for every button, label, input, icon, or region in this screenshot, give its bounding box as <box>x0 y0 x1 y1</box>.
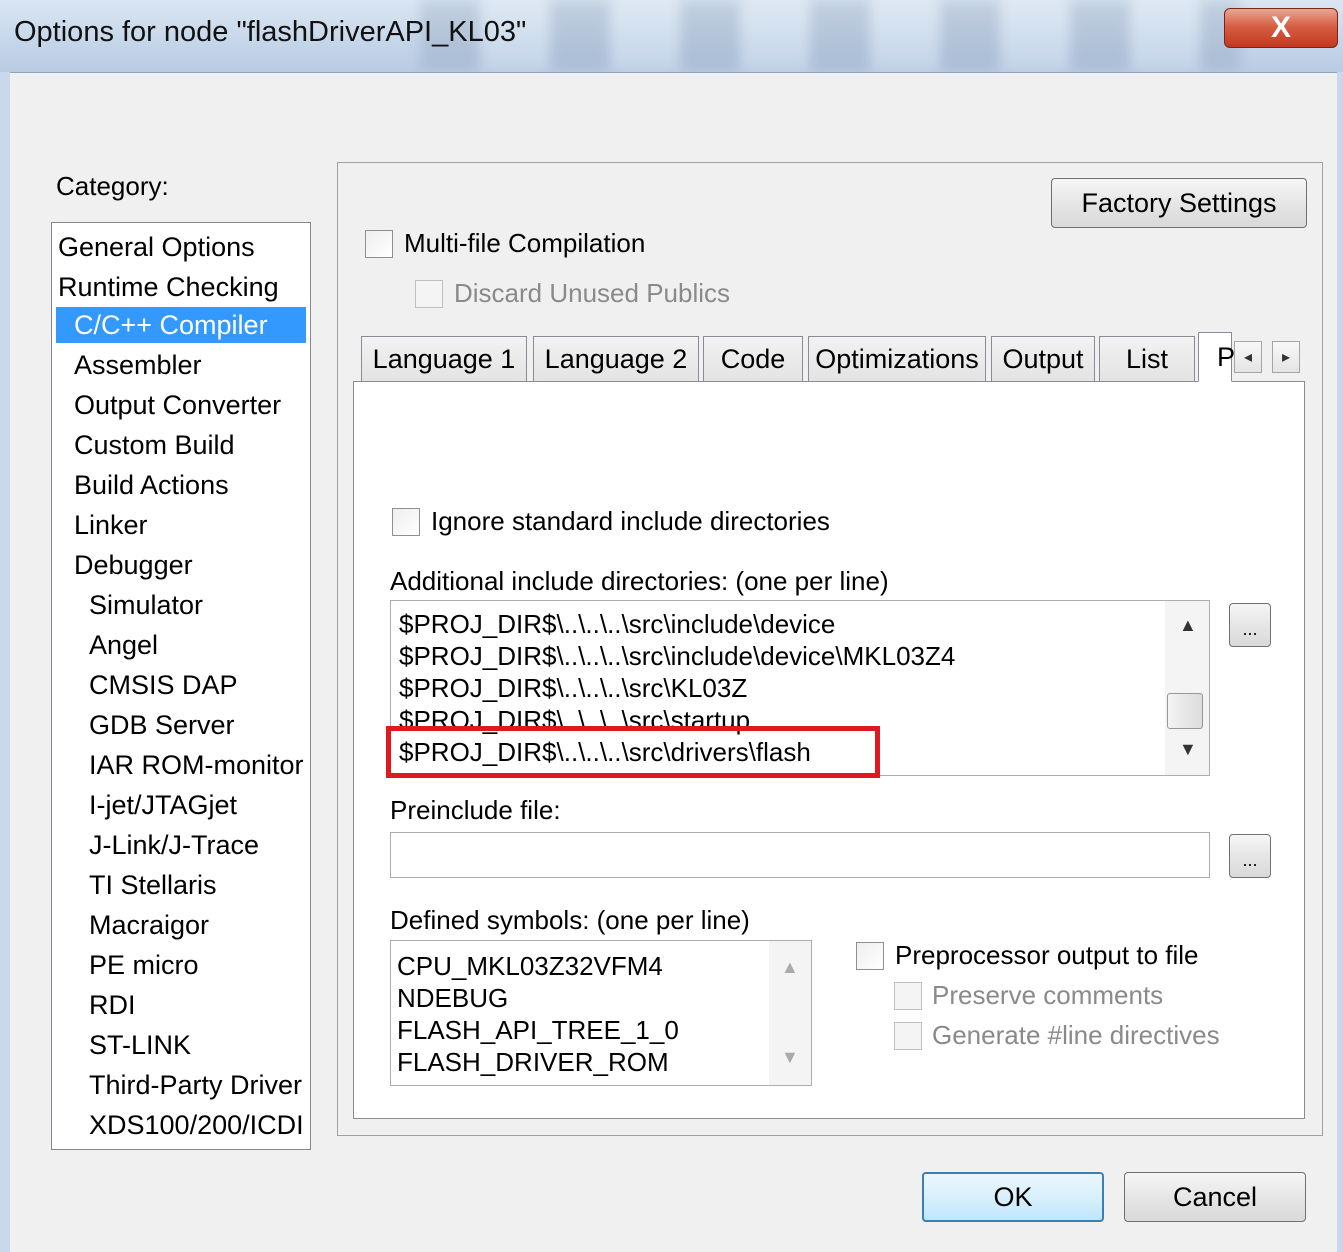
ignore-std-include-checkbox[interactable] <box>392 508 420 536</box>
background-blur <box>420 0 1240 70</box>
tab-code[interactable]: Code <box>703 336 803 382</box>
multi-file-checkbox[interactable] <box>365 230 393 258</box>
category-item-gdb-server[interactable]: GDB Server <box>89 707 235 743</box>
category-item-linker[interactable]: Linker <box>74 507 148 543</box>
close-icon: X <box>1270 11 1291 44</box>
preserve-comments-checkbox[interactable] <box>894 982 922 1010</box>
category-item-third-party-driver[interactable]: Third-Party Driver <box>89 1067 302 1103</box>
discard-unused-label: Discard Unused Publics <box>454 278 731 308</box>
tab-list[interactable]: List <box>1099 336 1195 382</box>
category-item-i-jet[interactable]: I-jet/JTAGjet <box>89 787 237 823</box>
scroll-thumb[interactable] <box>1167 693 1203 729</box>
generate-line-checkbox[interactable] <box>894 1022 922 1050</box>
discard-unused-checkbox[interactable] <box>415 280 443 308</box>
preprocessor-output-checkbox[interactable] <box>856 942 884 970</box>
red-highlight-box <box>386 726 880 778</box>
scroll-down-icon[interactable]: ▼ <box>1179 739 1197 760</box>
category-item-assembler[interactable]: Assembler <box>74 347 202 383</box>
chevron-right-icon: ▸ <box>1281 349 1291 366</box>
include-dir-line: $PROJ_DIR$\..\..\..\src\KL03Z <box>399 673 748 703</box>
include-dir-line: $PROJ_DIR$\..\..\..\src\include\device\M… <box>399 641 956 671</box>
scroll-up-icon[interactable]: ▲ <box>1179 615 1197 636</box>
cancel-button[interactable]: Cancel <box>1124 1172 1306 1222</box>
category-item-iar-rom-monitor[interactable]: IAR ROM-monitor <box>89 747 304 783</box>
tab-scroll-left-button[interactable]: ◂ <box>1234 341 1262 373</box>
factory-settings-button[interactable]: Factory Settings <box>1051 178 1307 228</box>
tab-scroll-right-button[interactable]: ▸ <box>1272 341 1300 373</box>
defined-symbol-line: NDEBUG <box>397 983 509 1013</box>
include-dirs-browse-button[interactable]: ... <box>1229 603 1271 647</box>
category-item-angel[interactable]: Angel <box>89 627 158 663</box>
category-item-runtime-checking[interactable]: Runtime Checking <box>58 269 279 305</box>
preprocessor-output-label: Preprocessor output to file <box>895 940 1199 970</box>
ignore-std-include-label: Ignore standard include directories <box>431 506 830 536</box>
generate-line-label: Generate #line directives <box>932 1020 1220 1050</box>
category-item-st-link[interactable]: ST-LINK <box>89 1027 191 1063</box>
category-item-rdi[interactable]: RDI <box>89 987 136 1023</box>
preserve-comments-label: Preserve comments <box>932 980 1164 1010</box>
category-item-pe-micro[interactable]: PE micro <box>89 947 199 983</box>
window-frame-left <box>0 72 10 1252</box>
defined-symbols-scrollbar[interactable]: ▲ ▼ <box>769 941 811 1085</box>
category-item-ti-stellaris[interactable]: TI Stellaris <box>89 867 217 903</box>
defined-symbol-line: FLASH_API_TREE_1_0 <box>397 1015 679 1045</box>
category-item-debugger[interactable]: Debugger <box>74 547 193 583</box>
include-dirs-label: Additional include directories: (one per… <box>390 566 889 596</box>
category-item-simulator[interactable]: Simulator <box>89 587 203 623</box>
tab-preprocessor[interactable]: P <box>1198 332 1235 382</box>
window-frame-right <box>1337 72 1343 1252</box>
category-item-build-actions[interactable]: Build Actions <box>74 467 229 503</box>
defined-symbol-line: FLASH_DRIVER_ROM <box>397 1047 669 1077</box>
category-label: Category: <box>56 171 169 201</box>
category-item-j-link[interactable]: J-Link/J-Trace <box>89 827 259 863</box>
defined-symbols-label: Defined symbols: (one per line) <box>390 905 750 935</box>
chevron-left-icon: ◂ <box>1243 349 1253 366</box>
preinclude-input[interactable] <box>390 832 1210 878</box>
tab-language-2[interactable]: Language 2 <box>533 336 699 382</box>
category-item-cc-compiler[interactable]: C/C++ Compiler <box>56 307 306 343</box>
scroll-up-icon[interactable]: ▲ <box>781 957 799 978</box>
multi-file-label: Multi-file Compilation <box>404 228 646 258</box>
tab-output[interactable]: Output <box>991 336 1095 382</box>
category-item-xds100[interactable]: XDS100/200/ICDI <box>89 1107 304 1143</box>
tab-optimizations[interactable]: Optimizations <box>808 336 986 382</box>
tab-language-1[interactable]: Language 1 <box>361 336 527 382</box>
category-item-general-options[interactable]: General Options <box>58 229 255 265</box>
ok-button[interactable]: OK <box>922 1172 1104 1222</box>
title-bar: Options for node "flashDriverAPI_KL03" X <box>0 0 1343 72</box>
close-button[interactable]: X <box>1224 8 1338 48</box>
preinclude-label: Preinclude file: <box>390 795 561 825</box>
include-dirs-scrollbar[interactable]: ▲ ▼ <box>1165 601 1209 775</box>
defined-symbols-textarea[interactable]: CPU_MKL03Z32VFM4 NDEBUG FLASH_API_TREE_1… <box>390 940 812 1086</box>
defined-symbol-line: CPU_MKL03Z32VFM4 <box>397 951 663 981</box>
preinclude-browse-button[interactable]: ... <box>1229 834 1271 878</box>
scroll-down-icon[interactable]: ▼ <box>781 1047 799 1068</box>
category-item-custom-build[interactable]: Custom Build <box>74 427 235 463</box>
category-item-macraigor[interactable]: Macraigor <box>89 907 209 943</box>
category-item-output-converter[interactable]: Output Converter <box>74 387 281 423</box>
include-dir-line: $PROJ_DIR$\..\..\..\src\include\device <box>399 609 836 639</box>
window-title: Options for node "flashDriverAPI_KL03" <box>14 16 527 48</box>
category-item-cmsis-dap[interactable]: CMSIS DAP <box>89 667 238 703</box>
category-list[interactable]: General Options Runtime Checking C/C++ C… <box>51 222 311 1150</box>
